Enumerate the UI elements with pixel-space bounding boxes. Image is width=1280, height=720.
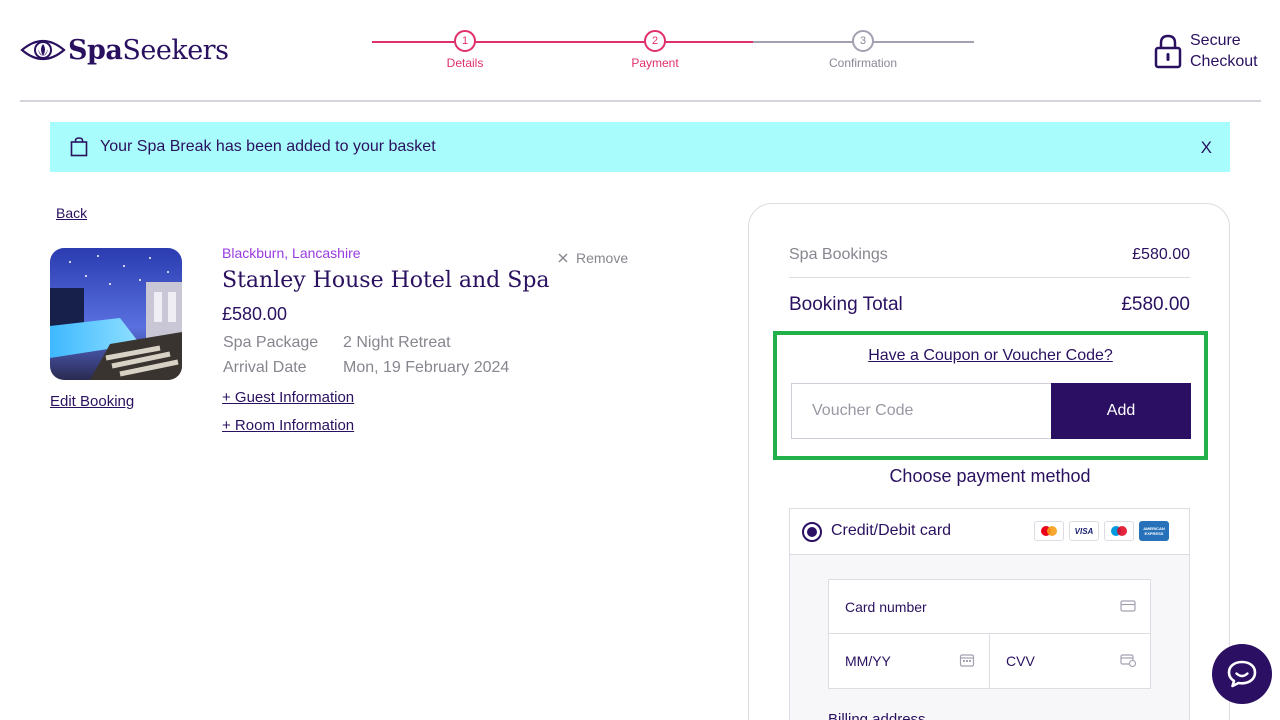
shopping-bag-icon <box>70 137 88 157</box>
cvv-label: CVV <box>1006 653 1035 669</box>
radio-selected-dot <box>807 527 817 537</box>
booking-total-row: Booking Total £580.00 <box>789 294 1190 316</box>
checkout-stepper: 1 Details 2 Payment 3 Confirmation <box>372 30 974 78</box>
remove-button[interactable]: Remove <box>558 250 628 266</box>
card-payment-radio[interactable] <box>802 522 822 542</box>
billing-address-label: Billing address <box>828 711 926 720</box>
voucher-section: Have a Coupon or Voucher Code? Add <box>773 331 1208 460</box>
secure-line: Secure <box>1190 32 1241 49</box>
eye-logo-icon <box>20 39 66 61</box>
detail-key: Arrival Date <box>223 359 307 376</box>
cvv-field[interactable]: CVV <box>990 634 1150 688</box>
step-payment: 2 Payment <box>595 30 715 70</box>
expiry-date-field[interactable]: MM/YY <box>829 634 990 688</box>
secure-checkout: Secure Checkout <box>1154 30 1258 72</box>
hotel-name: Stanley House Hotel and Spa <box>222 268 550 293</box>
edit-booking-link[interactable]: Edit Booking <box>50 393 134 410</box>
card-payment-label: Credit/Debit card <box>831 522 952 539</box>
basket-notification: Your Spa Break has been added to your ba… <box>50 122 1230 172</box>
live-chat-button[interactable] <box>1212 644 1272 704</box>
card-number-field[interactable]: Card number <box>829 580 1150 634</box>
step-label: Details <box>446 56 484 70</box>
mastercard-icon <box>1034 521 1064 541</box>
order-summary-panel: Spa Bookings £580.00 Booking Total £580.… <box>748 203 1230 720</box>
step-number: 1 <box>454 30 476 52</box>
amex-icon: AMERICAN EXPRESS <box>1139 521 1169 541</box>
amex-text: AMERICAN EXPRESS <box>1143 526 1165 536</box>
detail-arrival-date: Arrival Date Mon, 19 February 2024 <box>223 359 509 377</box>
room-information-toggle[interactable]: + Room Information <box>222 417 354 434</box>
card-details-form: Card number MM/YY CVV <box>828 579 1151 689</box>
card-payment-option[interactable]: Credit/Debit card VISA AMERICAN EXPRESS <box>790 509 1189 555</box>
card-security-icon <box>1120 654 1136 667</box>
header-divider <box>20 100 1261 102</box>
step-label: Confirmation <box>828 56 898 70</box>
card-number-label: Card number <box>845 598 927 615</box>
close-notification-button[interactable]: X <box>1201 138 1212 158</box>
step-number: 2 <box>644 30 666 52</box>
card-brand-logos: VISA AMERICAN EXPRESS <box>1034 521 1169 541</box>
remove-label: Remove <box>576 250 629 266</box>
coupon-code-link[interactable]: Have a Coupon or Voucher Code? <box>777 347 1204 365</box>
add-voucher-button[interactable]: Add <box>1051 383 1191 439</box>
step-details: 1 Details <box>405 30 525 70</box>
visa-icon: VISA <box>1069 521 1099 541</box>
voucher-code-input[interactable] <box>791 383 1051 439</box>
visa-text: VISA <box>1074 526 1094 536</box>
payment-method-box: Credit/Debit card VISA AMERICAN EXPRESS … <box>789 508 1190 720</box>
spa-bookings-row: Spa Bookings £580.00 <box>789 246 1190 264</box>
secure-checkout-text: Secure Checkout <box>1190 30 1258 72</box>
spa-bookings-label: Spa Bookings <box>789 246 888 263</box>
payment-method-title: Choose payment method <box>889 466 1091 486</box>
step-confirmation: 3 Confirmation <box>803 30 923 70</box>
detail-value: Mon, 19 February 2024 <box>343 359 510 376</box>
lock-icon <box>1154 34 1182 69</box>
hotel-thumbnail-image <box>50 248 182 380</box>
booking-total-label: Booking Total <box>789 294 903 315</box>
back-link[interactable]: Back <box>56 205 87 221</box>
hotel-location[interactable]: Blackburn, Lancashire <box>222 245 361 261</box>
booking-total-value: £580.00 <box>1121 294 1190 315</box>
detail-spa-package: Spa Package 2 Night Retreat <box>223 334 451 352</box>
logo-wordmark: SpaSeekers <box>68 34 229 66</box>
step-number: 3 <box>852 30 874 52</box>
chat-bubble-icon <box>1227 660 1257 688</box>
summary-divider <box>789 277 1190 278</box>
guest-information-toggle[interactable]: + Guest Information <box>222 389 354 406</box>
hotel-price: £580.00 <box>222 304 288 324</box>
maestro-icon <box>1104 521 1134 541</box>
close-icon <box>558 253 568 263</box>
spaseekers-logo[interactable]: SpaSeekers <box>20 30 229 70</box>
spa-bookings-value: £580.00 <box>1132 246 1190 263</box>
notification-message: Your Spa Break has been added to your ba… <box>100 138 436 155</box>
site-header: SpaSeekers 1 Details 2 Payment 3 Confirm… <box>0 0 1280 100</box>
calendar-icon <box>959 654 975 667</box>
detail-key: Spa Package <box>223 334 319 351</box>
expiry-label: MM/YY <box>845 653 891 669</box>
step-label: Payment <box>631 56 679 70</box>
credit-card-icon <box>1120 600 1136 612</box>
detail-value: 2 Night Retreat <box>343 334 451 351</box>
checkout-line: Checkout <box>1190 53 1258 70</box>
